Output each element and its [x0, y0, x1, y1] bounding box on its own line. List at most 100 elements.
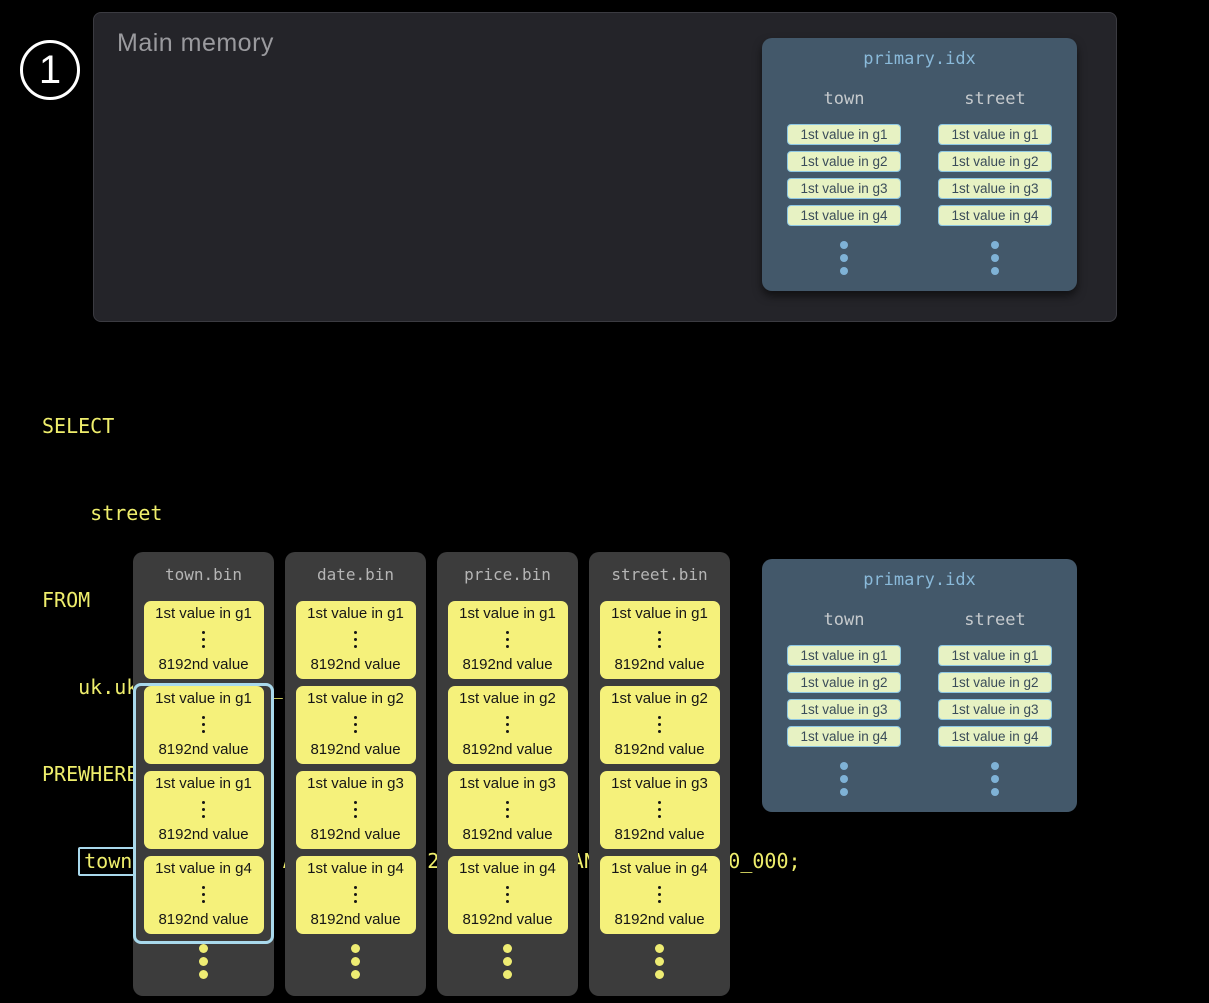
bin-title-price: price.bin	[437, 565, 578, 584]
granule-last-value: 8192nd value	[310, 826, 400, 843]
granule-first-value: 1st value in g1	[155, 775, 252, 792]
idx-entry-chip: 1st value in g2	[787, 672, 901, 693]
granule-last-value: 8192nd value	[310, 741, 400, 758]
column-file-town-bin: town.bin 1st value in g1 8192nd value 1s…	[133, 552, 274, 996]
granule-first-value: 1st value in g3	[307, 775, 404, 792]
idx-entry-chip: 1st value in g4	[787, 726, 901, 747]
granule-first-value: 1st value in g4	[459, 860, 556, 877]
granule-ellipsis-icon	[202, 631, 205, 648]
granule-ellipsis-icon	[202, 886, 205, 903]
granule-last-value: 8192nd value	[614, 826, 704, 843]
granule-last-value: 8192nd value	[614, 911, 704, 928]
granule-ellipsis-icon	[506, 716, 509, 733]
primary-idx-panel-memory: primary.idx town 1st value in g1 1st val…	[762, 38, 1077, 291]
granule-last-value: 8192nd value	[614, 656, 704, 673]
sql-line-select: SELECT	[42, 412, 801, 441]
granule-cells: 1st value in g1 8192nd value 1st value i…	[437, 601, 578, 934]
primary-idx-columns: town 1st value in g1 1st value in g2 1st…	[762, 610, 1077, 796]
idx-entry-chip: 1st value in g2	[938, 672, 1052, 693]
idx-entry-chip: 1st value in g3	[938, 178, 1052, 199]
granule-cell: 1st value in g3 8192nd value	[600, 771, 720, 849]
granule-first-value: 1st value in g3	[459, 775, 556, 792]
granule-cell: 1st value in g4 8192nd value	[144, 856, 264, 934]
granule-last-value: 8192nd value	[462, 741, 552, 758]
idx-column-street: street 1st value in g1 1st value in g2 1…	[938, 89, 1052, 275]
idx-column-street: street 1st value in g1 1st value in g2 1…	[938, 610, 1052, 796]
primary-idx-title: primary.idx	[762, 49, 1077, 69]
idx-entry-chip: 1st value in g4	[938, 205, 1052, 226]
granule-first-value: 1st value in g1	[155, 690, 252, 707]
sql-indent	[42, 849, 78, 873]
granule-cell: 1st value in g2 8192nd value	[600, 686, 720, 764]
granule-cell: 1st value in g1 8192nd value	[144, 686, 264, 764]
primary-idx-columns: town 1st value in g1 1st value in g2 1st…	[762, 89, 1077, 275]
granule-cell: 1st value in g1 8192nd value	[144, 771, 264, 849]
granule-first-value: 1st value in g3	[611, 775, 708, 792]
bin-ellipsis-dots	[133, 944, 274, 979]
bin-title-date: date.bin	[285, 565, 426, 584]
idx-column-header-street: street	[964, 610, 1025, 630]
step-1-label: 1	[39, 50, 61, 90]
idx-entry-chip: 1st value in g2	[787, 151, 901, 172]
granule-ellipsis-icon	[658, 716, 661, 733]
idx-entry-chip: 1st value in g3	[787, 178, 901, 199]
granule-cells: 1st value in g1 8192nd value 1st value i…	[285, 601, 426, 934]
granule-last-value: 8192nd value	[462, 826, 552, 843]
granule-last-value: 8192nd value	[158, 826, 248, 843]
granule-first-value: 1st value in g1	[307, 605, 404, 622]
granule-cell: 1st value in g1 8192nd value	[144, 601, 264, 679]
granule-cell: 1st value in g1 8192nd value	[600, 601, 720, 679]
idx-entry-chip: 1st value in g4	[938, 726, 1052, 747]
granule-ellipsis-icon	[658, 801, 661, 818]
granule-cell: 1st value in g4 8192nd value	[448, 856, 568, 934]
main-memory-title: Main memory	[117, 29, 274, 58]
granule-ellipsis-icon	[354, 886, 357, 903]
bin-title-street: street.bin	[589, 565, 730, 584]
granule-ellipsis-icon	[202, 801, 205, 818]
idx-column-town: town 1st value in g1 1st value in g2 1st…	[787, 89, 901, 275]
idx-entry-chip: 1st value in g1	[938, 124, 1052, 145]
granule-ellipsis-icon	[202, 716, 205, 733]
granule-first-value: 1st value in g2	[307, 690, 404, 707]
granule-last-value: 8192nd value	[310, 656, 400, 673]
bin-title-town: town.bin	[133, 565, 274, 584]
idx-entry-chip: 1st value in g3	[938, 699, 1052, 720]
step-1-badge: 1	[20, 40, 80, 100]
idx-column-town: town 1st value in g1 1st value in g2 1st…	[787, 610, 901, 796]
granule-last-value: 8192nd value	[158, 911, 248, 928]
idx-ellipsis-dots	[991, 762, 999, 796]
granule-cells: 1st value in g1 8192nd value 1st value i…	[589, 601, 730, 934]
granule-first-value: 1st value in g4	[155, 860, 252, 877]
granule-first-value: 1st value in g4	[611, 860, 708, 877]
column-file-street-bin: street.bin 1st value in g1 8192nd value …	[589, 552, 730, 996]
granule-cell: 1st value in g1 8192nd value	[448, 601, 568, 679]
granule-first-value: 1st value in g1	[155, 605, 252, 622]
primary-idx-title: primary.idx	[762, 570, 1077, 590]
column-file-price-bin: price.bin 1st value in g1 8192nd value 1…	[437, 552, 578, 996]
idx-entry-chip: 1st value in g3	[787, 699, 901, 720]
idx-column-header-town: town	[824, 89, 865, 109]
idx-ellipsis-dots	[991, 241, 999, 275]
bin-ellipsis-dots	[589, 944, 730, 979]
idx-ellipsis-dots	[840, 241, 848, 275]
idx-entry-chip: 1st value in g1	[787, 124, 901, 145]
idx-column-header-street: street	[964, 89, 1025, 109]
granule-last-value: 8192nd value	[310, 911, 400, 928]
idx-column-header-town: town	[824, 610, 865, 630]
granule-ellipsis-icon	[506, 886, 509, 903]
bin-ellipsis-dots	[285, 944, 426, 979]
granule-cell: 1st value in g4 8192nd value	[600, 856, 720, 934]
granule-last-value: 8192nd value	[158, 656, 248, 673]
granule-ellipsis-icon	[506, 801, 509, 818]
idx-entry-chip: 1st value in g2	[938, 151, 1052, 172]
granule-last-value: 8192nd value	[462, 656, 552, 673]
granule-first-value: 1st value in g1	[459, 605, 556, 622]
granule-first-value: 1st value in g2	[459, 690, 556, 707]
granule-cells: 1st value in g1 8192nd value 1st value i…	[133, 601, 274, 934]
primary-idx-panel-disk: primary.idx town 1st value in g1 1st val…	[762, 559, 1077, 812]
granule-ellipsis-icon	[354, 801, 357, 818]
bin-ellipsis-dots	[437, 944, 578, 979]
granule-cell: 1st value in g1 8192nd value	[296, 601, 416, 679]
granule-last-value: 8192nd value	[462, 911, 552, 928]
idx-entry-chip: 1st value in g1	[938, 645, 1052, 666]
